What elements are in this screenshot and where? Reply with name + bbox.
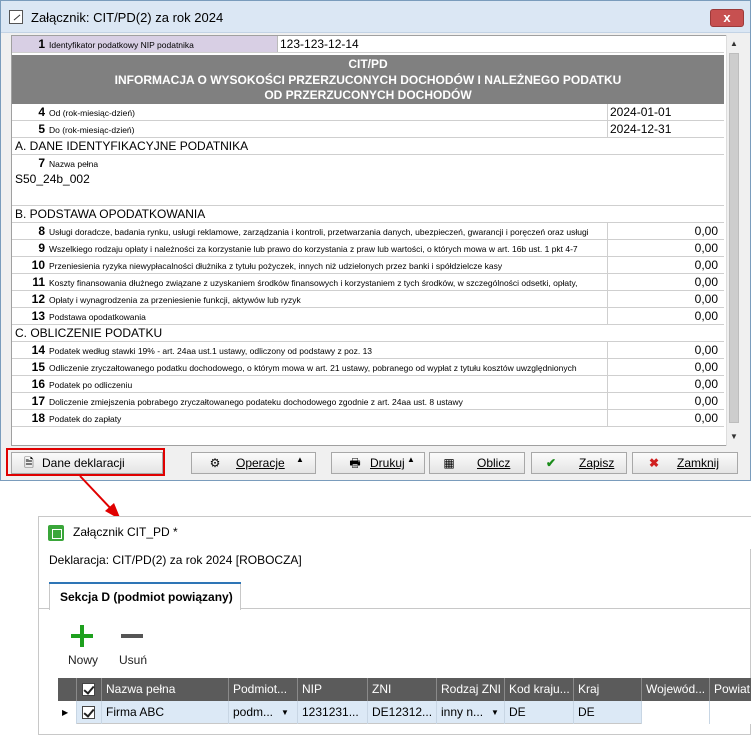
col-powiat[interactable]: Powiat [710,678,751,701]
cell-text: podm... [233,705,274,719]
cell-nazwa[interactable]: Firma ABC [102,701,229,724]
select-all-checkbox[interactable] [77,678,102,701]
cell-nip[interactable]: 1231231... [298,701,368,724]
window-titlebar: Załącznik CIT_PD * [39,517,751,549]
active-tab-indicator [49,582,241,584]
dropdown-icon[interactable]: ▼ [491,701,499,724]
header-spacer [58,678,77,701]
declaration-label: Deklaracja: CIT/PD(2) za rok 2024 [ROBOC… [49,553,302,567]
col-nip[interactable]: NIP [298,678,368,701]
cell-zni[interactable]: DE12312... [368,701,437,724]
cell-wojewodztwo[interactable] [642,701,710,724]
col-kraj[interactable]: Kraj [574,678,642,701]
col-kod-kraju[interactable]: Kod kraju... [505,678,574,701]
grid-header: Nazwa pełna Podmiot... NIP ZNI Rodzaj ZN… [58,678,751,701]
delete-button[interactable]: Usuń [115,653,151,667]
cell-text: inny n... [441,705,484,719]
col-zni[interactable]: ZNI [368,678,437,701]
tab-label: Sekcja D (podmiot powiązany) [60,590,233,604]
tab-strip: Sekcja D (podmiot powiązany) [39,577,751,610]
col-podmiot[interactable]: Podmiot... [229,678,298,701]
add-icon[interactable] [71,625,93,647]
tab-sekcja-d[interactable]: Sekcja D (podmiot powiązany) [49,582,241,610]
related-entities-grid: Nazwa pełna Podmiot... NIP ZNI Rodzaj ZN… [58,678,751,736]
window-title: Załącznik CIT_PD * [73,525,178,539]
cit-pd-window: Załącznik CIT_PD * Deklaracja: CIT/PD(2)… [38,516,751,735]
checkbox-icon [82,683,95,697]
cell-kod[interactable]: DE [505,701,574,724]
col-rodzaj-zni[interactable]: Rodzaj ZNI [437,678,505,701]
cell-rodzaj[interactable]: inny n... ▼ [437,701,505,724]
new-button[interactable]: Nowy [65,653,101,667]
app-icon [48,525,64,541]
table-row[interactable]: ▶ Firma ABC podm... ▼ 1231231... DE12312.… [58,701,751,724]
cell-podmiot[interactable]: podm... ▼ [229,701,298,724]
row-checkbox[interactable] [77,701,102,724]
dropdown-icon[interactable]: ▼ [281,701,289,724]
cell-text: Firma ABC [106,705,165,719]
cell-kraj[interactable]: DE [574,701,642,724]
cell-powiat[interactable] [710,701,751,724]
col-nazwa[interactable]: Nazwa pełna [102,678,229,701]
remove-icon[interactable] [121,634,143,638]
row-pointer-icon: ▶ [58,701,77,724]
checkbox-icon [82,706,95,720]
col-wojewodztwo[interactable]: Wojewód... [642,678,710,701]
